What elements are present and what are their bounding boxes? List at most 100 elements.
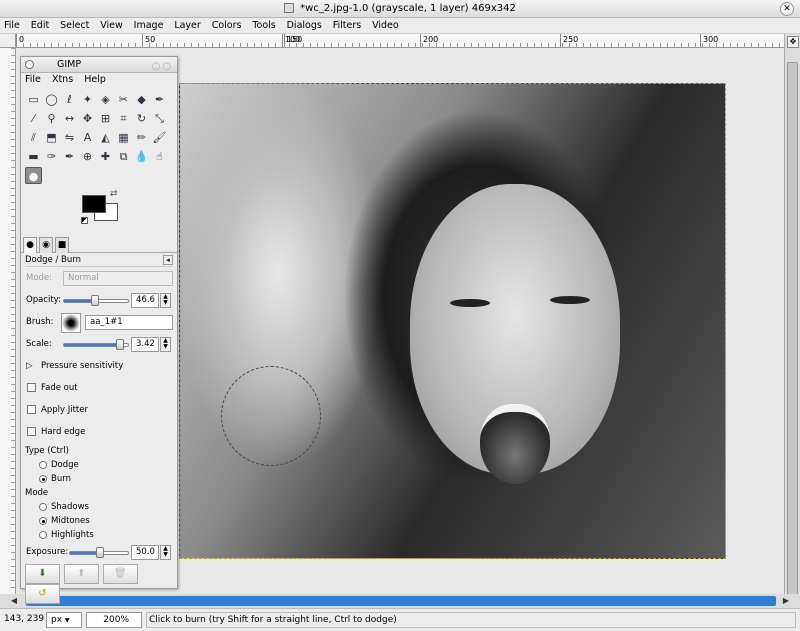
pencil-icon[interactable]: ✏ <box>133 129 150 146</box>
horizontal-scroll-thumb[interactable] <box>26 596 776 606</box>
spin-arrows-icon[interactable]: ▲ ▼ <box>160 545 171 560</box>
airbrush-icon[interactable]: ✑ <box>43 148 60 165</box>
shear-icon[interactable]: ⫽ <box>25 129 42 146</box>
menu-dialogs[interactable]: Dialogs <box>283 18 326 34</box>
reset-options-icon[interactable]: ↺ <box>25 584 60 604</box>
scissors-icon[interactable]: ✂ <box>115 91 132 108</box>
lasso-icon[interactable]: ℓ <box>61 91 78 108</box>
menu-image[interactable]: Image <box>130 18 168 34</box>
eraser-icon[interactable]: ▬ <box>25 148 42 165</box>
ink-icon[interactable]: ✒ <box>61 148 78 165</box>
scroll-right-icon[interactable]: ▶ <box>780 595 792 607</box>
ruler-corner[interactable] <box>0 34 16 48</box>
bucket-fill-icon[interactable]: ◭ <box>97 129 114 146</box>
shadows-radio[interactable] <box>39 503 47 511</box>
paintbrush-icon[interactable]: 🖌 <box>151 129 168 146</box>
menu-colors[interactable]: Colors <box>208 18 246 34</box>
save-options-icon[interactable]: ⬇ <box>25 564 60 584</box>
tab-menu-icon[interactable]: ◂ <box>163 255 173 265</box>
horizontal-scrollbar[interactable]: ◀ ▶ <box>0 594 800 608</box>
ellipse-select-icon[interactable]: ◯ <box>43 91 60 108</box>
rotate-icon[interactable]: ↻ <box>133 110 150 127</box>
crop-icon[interactable]: ⌗ <box>115 110 132 127</box>
highlights-row[interactable]: Highlights <box>25 527 173 541</box>
paths-icon[interactable]: ✒ <box>151 91 168 108</box>
window-controls-icon[interactable]: ○○ <box>152 59 173 75</box>
blur-icon[interactable]: 💧 <box>133 148 150 165</box>
tab-device-status[interactable]: ◉ <box>39 237 53 253</box>
brush-preview[interactable] <box>61 313 81 333</box>
foreground-select-icon[interactable]: ◆ <box>133 91 150 108</box>
ruler-minor-ticks <box>16 43 784 47</box>
scale-spinbutton[interactable]: 3.42 ▲ ▼ <box>131 337 171 352</box>
blend-icon[interactable]: ▦ <box>115 129 132 146</box>
tab-images[interactable]: ■ <box>55 237 69 253</box>
opacity-slider[interactable] <box>63 295 129 306</box>
rect-select-icon[interactable]: ▭ <box>25 91 42 108</box>
tab-tool-options[interactable]: ● <box>23 237 37 253</box>
toolbox-menu-file[interactable]: File <box>25 74 41 85</box>
zoom-icon[interactable]: ⚲ <box>43 110 60 127</box>
menu-select[interactable]: Select <box>56 18 93 34</box>
shadows-row[interactable]: Shadows <box>25 499 173 513</box>
move-icon[interactable]: ✥ <box>79 110 96 127</box>
type-burn-radio[interactable] <box>39 475 47 483</box>
heal-icon[interactable]: ✚ <box>97 148 114 165</box>
toolbox-menu-help[interactable]: Help <box>84 74 106 85</box>
default-colors-icon[interactable] <box>81 217 88 224</box>
picker-icon[interactable]: ⁄ <box>25 110 42 127</box>
scale-slider[interactable] <box>63 339 129 350</box>
perspective-icon[interactable]: ⬒ <box>43 129 60 146</box>
text-icon[interactable]: A <box>79 129 96 146</box>
dodge-burn-icon[interactable]: ● <box>25 167 42 184</box>
opacity-spinbutton[interactable]: 46.6 ▲ ▼ <box>131 293 171 308</box>
type-burn-row[interactable]: Burn <box>25 471 173 485</box>
unit-select[interactable]: px ▼ <box>46 612 82 628</box>
color-select-icon[interactable]: ◈ <box>97 91 114 108</box>
spin-arrows-icon[interactable]: ▲ ▼ <box>160 337 171 352</box>
type-dodge-radio[interactable] <box>39 461 47 469</box>
fuzzy-select-icon[interactable]: ✦ <box>79 91 96 108</box>
menu-tools[interactable]: Tools <box>248 18 279 34</box>
menu-layer[interactable]: Layer <box>170 18 205 34</box>
scale-icon[interactable]: ⤡ <box>151 110 168 127</box>
zoom-select[interactable]: 200% <box>86 612 142 628</box>
hard-edge-checkbox[interactable] <box>27 427 36 436</box>
exposure-spinbutton[interactable]: 50.0 ▲ ▼ <box>131 545 171 560</box>
foreground-color[interactable] <box>82 195 106 213</box>
horizontal-ruler[interactable]: 0 50 100 150 200 250 300 <box>16 34 784 48</box>
navigate-icon[interactable]: ✥ <box>787 36 799 48</box>
fade-out-checkbox[interactable] <box>27 383 36 392</box>
menu-video[interactable]: Video <box>368 18 403 34</box>
menu-edit[interactable]: Edit <box>27 18 53 34</box>
swap-colors-icon[interactable]: ⇄ <box>110 189 118 199</box>
scale-slider-knob[interactable] <box>116 339 125 350</box>
toolbox-menu-icon[interactable] <box>25 60 34 69</box>
spin-arrows-icon[interactable]: ▲ ▼ <box>160 293 171 308</box>
vertical-ruler[interactable] <box>0 48 16 594</box>
menu-view[interactable]: View <box>96 18 127 34</box>
highlights-radio[interactable] <box>39 531 47 539</box>
image-layer[interactable] <box>179 83 726 559</box>
close-icon[interactable]: ✕ <box>780 2 794 16</box>
clone-icon[interactable]: ⊕ <box>79 148 96 165</box>
type-dodge-row[interactable]: Dodge <box>25 457 173 471</box>
measure-icon[interactable]: ↔ <box>61 110 78 127</box>
vertical-scrollbar[interactable]: ✥ <box>784 34 800 600</box>
exposure-slider-knob[interactable] <box>96 547 104 558</box>
scroll-left-icon[interactable]: ◀ <box>8 595 20 607</box>
pressure-expander[interactable]: ▷ Pressure sensitivity <box>25 355 173 377</box>
menu-filters[interactable]: Filters <box>329 18 365 34</box>
exposure-slider[interactable] <box>69 547 129 558</box>
vertical-scroll-thumb[interactable] <box>787 62 798 600</box>
smudge-icon[interactable]: ☝ <box>151 148 168 165</box>
apply-jitter-checkbox[interactable] <box>27 405 36 414</box>
align-icon[interactable]: ⊞ <box>97 110 114 127</box>
toolbox-menu-xtns[interactable]: Xtns <box>52 74 73 85</box>
midtones-radio[interactable] <box>39 517 47 525</box>
opacity-slider-knob[interactable] <box>90 295 99 306</box>
midtones-row[interactable]: Midtones <box>25 513 173 527</box>
flip-icon[interactable]: ⇋ <box>61 129 78 146</box>
menu-file[interactable]: File <box>0 18 24 34</box>
perspective-clone-icon[interactable]: ⧉ <box>115 148 132 165</box>
